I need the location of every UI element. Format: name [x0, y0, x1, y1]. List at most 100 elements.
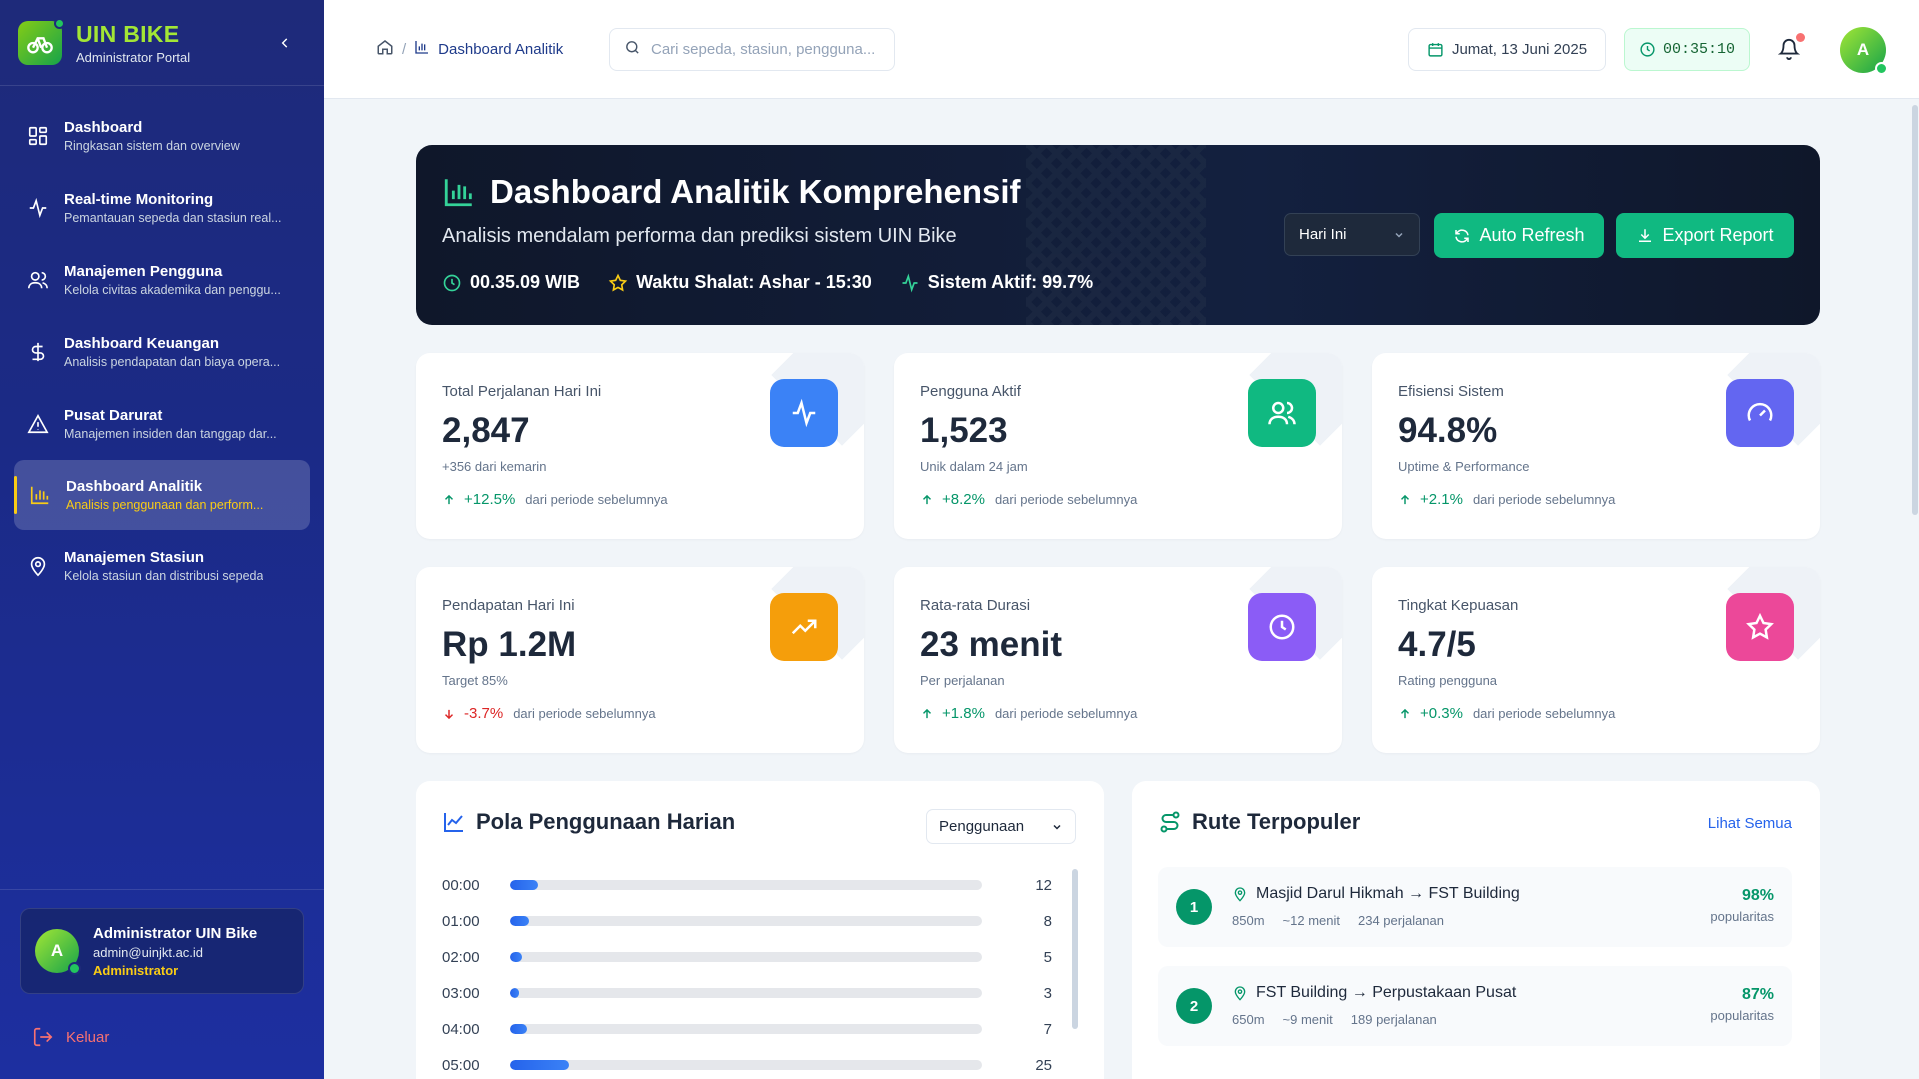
stat-trend: +8.2% dari periode sebelumnya — [920, 491, 1137, 508]
stat-trend: +2.1% dari periode sebelumnya — [1398, 491, 1615, 508]
usage-hour: 02:00 — [442, 948, 480, 966]
usage-bar-track — [510, 988, 982, 998]
stat-sub: Unik dalam 24 jam — [920, 459, 1028, 474]
usage-value: 8 — [1043, 912, 1052, 930]
notifications-button[interactable] — [1776, 33, 1805, 62]
logout-button[interactable]: Keluar — [32, 1026, 324, 1048]
export-report-button[interactable]: Export Report — [1616, 213, 1794, 258]
clock-display: 00:35:10 — [1624, 28, 1750, 71]
brand-subtitle: Administrator Portal — [76, 49, 191, 65]
bar-chart-icon — [414, 39, 430, 59]
sidebar-item-dashboard[interactable]: Dashboard Ringkasan sistem dan overview — [0, 100, 324, 172]
sidebar-item-stations[interactable]: Manajemen Stasiun Kelola stasiun dan dist… — [0, 530, 324, 602]
usage-value: 25 — [1035, 1056, 1052, 1074]
brand: UIN BIKE Administrator Portal — [0, 0, 324, 86]
stat-card-trips: Total Perjalanan Hari Ini 2,847 +356 dar… — [416, 353, 864, 539]
auto-refresh-button[interactable]: Auto Refresh — [1434, 213, 1604, 258]
period-select[interactable]: Hari Ini — [1284, 213, 1420, 256]
brand-title: UIN BIKE — [76, 20, 180, 47]
alert-triangle-icon — [26, 412, 50, 436]
chevron-down-icon — [1053, 824, 1061, 830]
stat-trend: +0.3% dari periode sebelumnya — [1398, 705, 1615, 722]
usage-bar-fill — [510, 880, 539, 890]
stat-value: 2,847 — [442, 411, 530, 450]
stat-title: Efisiensi Sistem — [1398, 383, 1504, 400]
trend-label: dari periode sebelumnya — [994, 706, 1138, 721]
usage-bar-track — [510, 1060, 982, 1070]
sidebar-item-finance[interactable]: Dashboard Keuangan Analisis pendapatan da… — [0, 316, 324, 388]
usage-bar-row: 00:00 12 — [442, 867, 1062, 903]
sidebar-item-monitoring[interactable]: Real-time Monitoring Pemantauan sepeda da… — [0, 172, 324, 244]
panel-title: Rute Terpopuler — [1158, 809, 1360, 835]
sidebar-item-emergency[interactable]: Pusat Darurat Manajemen insiden dan tangg… — [0, 388, 324, 460]
profile-avatar[interactable]: A — [1840, 27, 1888, 75]
users-icon — [1248, 379, 1316, 447]
route-popularity-label: popularitas — [1710, 1008, 1774, 1023]
download-icon — [1639, 228, 1652, 242]
see-all-link[interactable]: Lihat Semua — [1708, 815, 1792, 832]
auto-refresh-label: Auto Refresh — [1479, 225, 1585, 245]
sidebar-item-label: Manajemen Pengguna — [64, 263, 223, 280]
usage-title: Pola Penggunaan Harian — [476, 809, 736, 834]
sidebar-item-users[interactable]: Manajemen Pengguna Kelola civitas akademi… — [0, 244, 324, 316]
usage-value: 5 — [1043, 948, 1052, 966]
search-icon — [624, 39, 641, 61]
breadcrumb-current: Dashboard Analitik — [438, 40, 564, 58]
page-scrollbar[interactable] — [1911, 99, 1919, 1079]
usage-bar-track — [510, 1024, 982, 1034]
stat-sub: Uptime & Performance — [1398, 459, 1530, 474]
route-distance: 850m — [1232, 913, 1265, 928]
usage-bar-fill — [510, 988, 520, 998]
sidebar-item-label: Real-time Monitoring — [64, 191, 214, 208]
sidebar-item-label: Manajemen Stasiun — [64, 549, 205, 566]
bar-chart-icon — [28, 483, 52, 507]
home-icon[interactable] — [376, 38, 394, 60]
prayer-time: Waktu Shalat: Ashar - 15:30 — [636, 272, 872, 292]
arrow-up-icon — [922, 708, 932, 718]
sidebar-item-desc: Ringkasan sistem dan overview — [64, 139, 240, 153]
users-icon — [26, 268, 50, 292]
bike-logo-icon[interactable] — [18, 17, 65, 65]
usage-scrollbar[interactable] — [1072, 869, 1078, 1029]
trend-value: +12.5% — [464, 491, 516, 508]
stat-card-efficiency: Efisiensi Sistem 94.8% Uptime & Performa… — [1372, 353, 1820, 539]
sidebar-item-analytics[interactable]: Dashboard Analitik Analisis penggunaan da… — [14, 460, 310, 530]
trend-value: +0.3% — [1420, 705, 1463, 722]
sidebar-item-label: Pusat Darurat — [64, 407, 163, 424]
logout-label: Keluar — [66, 1028, 110, 1046]
collapse-sidebar-button[interactable] — [274, 32, 296, 54]
activity-icon — [902, 273, 918, 292]
notification-dot — [1796, 33, 1805, 42]
map-pin-icon — [26, 554, 50, 578]
clock-icon — [1248, 593, 1316, 661]
arrow-up-icon — [922, 494, 932, 504]
clock-icon — [1639, 41, 1656, 58]
trend-value: +1.8% — [942, 705, 985, 722]
sidebar-item-desc: Analisis penggunaan dan perform... — [66, 498, 264, 512]
trend-label: dari periode sebelumnya — [994, 492, 1138, 507]
trend-value: +8.2% — [942, 491, 985, 508]
route-name: Masjid Darul Hikmah → FST Building — [1256, 885, 1520, 902]
activity-icon — [770, 379, 838, 447]
date-display[interactable]: Jumat, 13 Juni 2025 — [1408, 28, 1606, 71]
search-input[interactable] — [651, 41, 880, 58]
usage-metric-select[interactable]: Penggunaan — [926, 809, 1076, 844]
usage-metric-value: Penggunaan — [939, 818, 1025, 835]
route-item[interactable]: 1 Masjid Darul Hikmah → FST Building 850… — [1158, 867, 1792, 947]
avatar: A — [35, 929, 81, 975]
usage-bar-list: 00:00 12 01:00 8 02:00 5 03:00 3 04:00 7 05:00 25 — [442, 867, 1062, 1079]
route-trips: 189 perjalanan — [1350, 1012, 1437, 1027]
user-card[interactable]: A Administrator UIN Bike admin@uinjkt.ac… — [20, 908, 304, 994]
route-item[interactable]: 2 FST Building → Perpustakaan Pusat 650m… — [1158, 966, 1792, 1046]
usage-bar-track — [510, 916, 982, 926]
stat-sub: Target 85% — [442, 673, 508, 688]
panel-title: Pola Penggunaan Harian — [442, 809, 735, 835]
usage-bar-fill — [510, 1024, 527, 1034]
user-role: Administrator — [93, 962, 179, 978]
trend-label: dari periode sebelumnya — [1472, 492, 1616, 507]
page-title: Dashboard Analitik Komprehensif — [442, 173, 1021, 211]
stat-title: Rata-rata Durasi — [920, 597, 1031, 614]
sidebar-item-desc: Pemantauan sepeda dan stasiun real... — [64, 211, 282, 225]
usage-value: 12 — [1035, 876, 1052, 894]
stat-value: 94.8% — [1398, 411, 1498, 450]
